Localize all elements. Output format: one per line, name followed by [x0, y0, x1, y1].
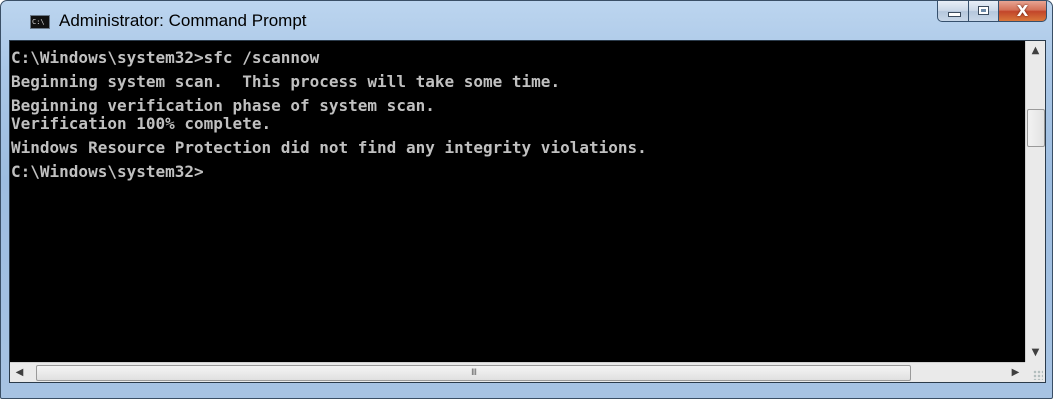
title-bar[interactable]: C:\ Administrator: Command Prompt X — [1, 1, 1052, 39]
scroll-right-icon[interactable]: ▶ — [1006, 363, 1025, 382]
window-title: Administrator: Command Prompt — [59, 11, 307, 30]
close-button[interactable]: X — [999, 1, 1047, 22]
scroll-left-icon[interactable]: ◀ — [10, 363, 29, 382]
console-line: Verification 100% complete. — [11, 114, 272, 133]
console-line: Beginning verification phase of system s… — [11, 96, 435, 115]
console-line: Beginning system scan. This process will… — [11, 72, 561, 91]
horizontal-scroll-thumb[interactable]: III — [36, 365, 911, 381]
minimize-icon — [948, 12, 961, 17]
cmd-icon[interactable]: C:\ — [30, 15, 50, 29]
console-text: C:\Windows\system32>sfc /scannow Beginnin… — [10, 41, 1025, 181]
cmd-icon-label: C:\ — [32, 18, 45, 26]
maximize-icon — [978, 6, 989, 15]
console-prompt: C:\Windows\system32> — [11, 162, 204, 181]
maximize-button[interactable] — [969, 1, 999, 22]
console-line: Windows Resource Protection did not find… — [11, 138, 647, 157]
console-line: C:\Windows\system32>sfc /scannow — [11, 48, 320, 67]
close-icon: X — [1016, 2, 1029, 20]
caption-buttons: X — [937, 1, 1047, 23]
vertical-scrollbar[interactable]: ▲ ▼ — [1025, 41, 1045, 362]
vertical-scroll-thumb[interactable] — [1027, 109, 1045, 147]
scroll-up-icon[interactable]: ▲ — [1026, 41, 1045, 60]
resize-grip-icon — [1033, 370, 1043, 380]
console-client-area: C:\Windows\system32>sfc /scannow Beginnin… — [9, 40, 1046, 383]
console-output[interactable]: C:\Windows\system32>sfc /scannow Beginnin… — [10, 41, 1025, 362]
minimize-button[interactable] — [937, 1, 969, 22]
resize-corner[interactable] — [1025, 362, 1045, 382]
scroll-down-icon[interactable]: ▼ — [1026, 343, 1045, 362]
horizontal-scrollbar[interactable]: ◀ III ▶ — [10, 362, 1025, 382]
command-prompt-window: C:\ Administrator: Command Prompt X C:\W… — [0, 0, 1053, 399]
